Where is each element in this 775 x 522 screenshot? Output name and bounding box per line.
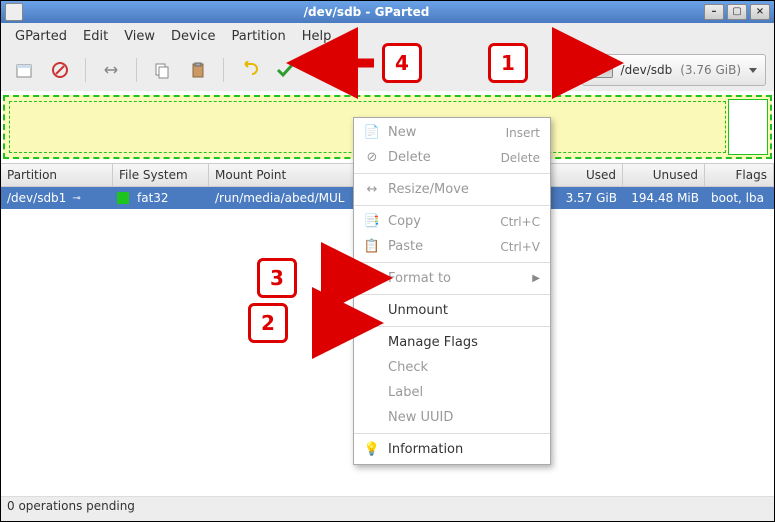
- app-icon: [5, 3, 23, 21]
- ctx-information[interactable]: 💡Information: [354, 437, 550, 462]
- new-icon: 📄: [364, 125, 380, 141]
- disk-icon: [591, 62, 613, 78]
- menu-partition[interactable]: Partition: [226, 26, 292, 47]
- cell-used: 3.57 GiB: [551, 187, 623, 209]
- ctx-check: Check: [354, 355, 550, 380]
- menu-edit[interactable]: Edit: [77, 26, 114, 47]
- resize-icon: ↔: [364, 182, 380, 198]
- paste-icon: 📋: [364, 239, 380, 255]
- header-unused[interactable]: Unused: [623, 164, 705, 186]
- menu-separator: [354, 326, 550, 327]
- ctx-copy: 📑CopyCtrl+C: [354, 209, 550, 234]
- ctx-paste: 📋PasteCtrl+V: [354, 234, 550, 259]
- toolbar-separator: [85, 58, 86, 82]
- delete-icon: ⊘: [364, 150, 380, 166]
- maximize-button[interactable]: ▢: [727, 4, 747, 20]
- ctx-format: ◧Format to▶: [354, 266, 550, 291]
- lock-icon: ⊸: [72, 193, 80, 204]
- callout-2: 2: [248, 303, 368, 343]
- close-button[interactable]: ×: [750, 4, 770, 20]
- resize-move-button[interactable]: [96, 55, 126, 85]
- ctx-label: Label: [354, 380, 550, 405]
- apply-button[interactable]: [270, 55, 300, 85]
- paste-button[interactable]: [183, 55, 213, 85]
- ctx-new: 📄NewInsert: [354, 120, 550, 145]
- chevron-right-icon: ▶: [532, 273, 540, 284]
- menubar: GParted Edit View Device Partition Help: [1, 23, 774, 49]
- ctx-delete: ⊘DeleteDelete: [354, 145, 550, 170]
- copy-icon: 📑: [364, 214, 380, 230]
- menu-help[interactable]: Help: [296, 26, 338, 47]
- titlebar: /dev/sdb - GParted – ▢ ×: [1, 1, 774, 23]
- minimize-button[interactable]: –: [704, 4, 724, 20]
- device-path: /dev/sdb: [621, 63, 673, 77]
- header-filesystem[interactable]: File System: [113, 164, 209, 186]
- cell-fs: fat32: [137, 191, 169, 205]
- disk-map-free[interactable]: [728, 99, 768, 155]
- app-window: /dev/sdb - GParted – ▢ × GParted Edit Vi…: [0, 0, 775, 522]
- menu-view[interactable]: View: [118, 26, 161, 47]
- format-icon: ◧: [364, 271, 380, 287]
- menu-gparted[interactable]: GParted: [9, 26, 73, 47]
- ctx-newuuid: New UUID: [354, 405, 550, 430]
- menu-separator: [354, 173, 550, 174]
- menu-separator: [354, 262, 550, 263]
- menu-separator: [354, 433, 550, 434]
- cell-unused: 194.48 MiB: [623, 187, 705, 209]
- window-title: /dev/sdb - GParted: [29, 5, 704, 19]
- cell-flags: boot, lba: [705, 187, 774, 209]
- ctx-unmount[interactable]: Unmount: [354, 298, 550, 323]
- header-partition[interactable]: Partition: [1, 164, 113, 186]
- device-selector[interactable]: /dev/sdb (3.76 GiB): [582, 54, 766, 86]
- toolbar-separator: [136, 58, 137, 82]
- device-size: (3.76 GiB): [680, 63, 741, 77]
- menu-separator: [354, 205, 550, 206]
- menu-separator: [354, 294, 550, 295]
- ctx-resize: ↔Resize/Move: [354, 177, 550, 202]
- statusbar: 0 operations pending: [1, 496, 774, 521]
- info-icon: 💡: [364, 442, 380, 458]
- chevron-down-icon: [749, 68, 757, 73]
- context-menu: 📄NewInsert ⊘DeleteDelete ↔Resize/Move 📑C…: [353, 117, 551, 465]
- delete-partition-button[interactable]: [45, 55, 75, 85]
- undo-button[interactable]: [234, 55, 264, 85]
- fs-color-swatch: [117, 192, 129, 204]
- ctx-manageflags[interactable]: Manage Flags: [354, 330, 550, 355]
- cell-partition: /dev/sdb1: [7, 191, 66, 205]
- new-partition-button[interactable]: [9, 55, 39, 85]
- toolbar: /dev/sdb (3.76 GiB): [1, 49, 774, 91]
- toolbar-separator: [223, 58, 224, 82]
- copy-button[interactable]: [147, 55, 177, 85]
- menu-device[interactable]: Device: [165, 26, 221, 47]
- header-flags[interactable]: Flags: [705, 164, 774, 186]
- header-used[interactable]: Used: [551, 164, 623, 186]
